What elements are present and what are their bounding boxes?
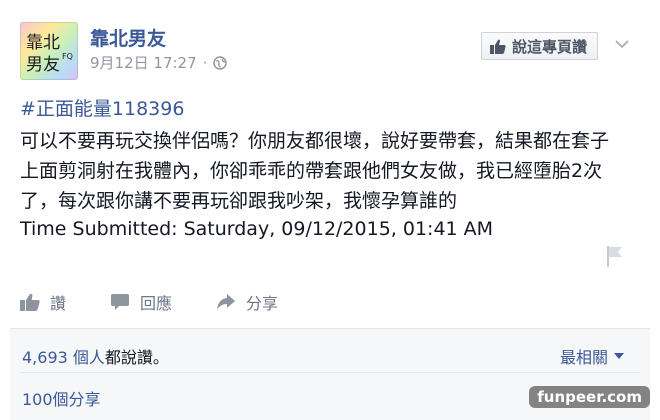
post-body-line: 上面剪洞射在我體內，你卻乖乖的帶套跟他們女友做，我已經墮胎2次: [20, 160, 603, 182]
post-card: 靠北 男友 FQ 靠北男友 9月12日 17:27 · 說這專頁讚 #正面能量1…: [10, 8, 650, 420]
watermark: funpeer.com: [529, 386, 650, 408]
sort-dropdown[interactable]: 最相關: [560, 344, 624, 368]
post-timestamp[interactable]: 9月12日 17:27: [90, 52, 197, 73]
post-header: 靠北 男友 FQ 靠北男友 9月12日 17:27 · 說這專頁讚: [20, 22, 640, 82]
meta-separator: ·: [202, 53, 208, 72]
divider: [20, 372, 640, 373]
likes-count-link[interactable]: 4,693 個人: [22, 348, 105, 367]
comment-icon: [111, 294, 130, 310]
logo-line1: 靠北: [26, 33, 60, 53]
caret-down-icon: [614, 353, 624, 359]
page-logo-icon: 靠北 男友 FQ: [26, 33, 73, 75]
comment-label: 回應: [140, 294, 173, 313]
chevron-down-icon[interactable]: [614, 36, 630, 52]
post-meta: 9月12日 17:27 ·: [90, 52, 228, 73]
share-button[interactable]: 分享: [216, 290, 278, 314]
logo-line2: 男友: [26, 55, 60, 75]
action-bar: 讚 回應 分享: [20, 288, 640, 316]
flag-icon[interactable]: [606, 244, 624, 268]
like-page-button[interactable]: 說這專頁讚: [480, 32, 598, 60]
like-page-label: 說這專頁讚: [511, 37, 587, 56]
sort-label: 最相關: [559, 348, 608, 367]
hashtag-link[interactable]: #正面能量118396: [20, 94, 184, 121]
like-button[interactable]: 讚: [20, 290, 66, 314]
comment-button[interactable]: 回應: [110, 290, 172, 314]
globe-icon[interactable]: [213, 55, 228, 70]
post-body-line: 可以不要再玩交換伴侶嗎？你朋友都很壞，說好要帶套，結果都在套子: [20, 130, 610, 152]
like-label: 讚: [50, 294, 67, 313]
share-arrow-icon: [217, 294, 236, 310]
logo-small: FQ: [62, 52, 73, 61]
thumbs-up-icon: [20, 293, 40, 311]
page-avatar[interactable]: 靠北 男友 FQ: [20, 22, 78, 80]
post-body: 可以不要再玩交換伴侶嗎？你朋友都很壞，說好要帶套，結果都在套子 上面剪洞射在我體…: [20, 126, 640, 216]
page-name-link[interactable]: 靠北男友: [90, 24, 166, 51]
likes-summary: 4,693 個人都說讚。: [22, 344, 169, 368]
share-label: 分享: [246, 294, 279, 313]
post-body-line: 了，每次跟你講不要再玩卻跟我吵架，我懷孕算誰的: [20, 190, 458, 212]
likes-suffix: 都說讚。: [104, 348, 169, 367]
time-submitted: Time Submitted: Saturday, 09/12/2015, 01…: [20, 218, 494, 240]
shares-link[interactable]: 100個分享: [22, 386, 101, 410]
thumbs-up-icon: [489, 39, 506, 54]
